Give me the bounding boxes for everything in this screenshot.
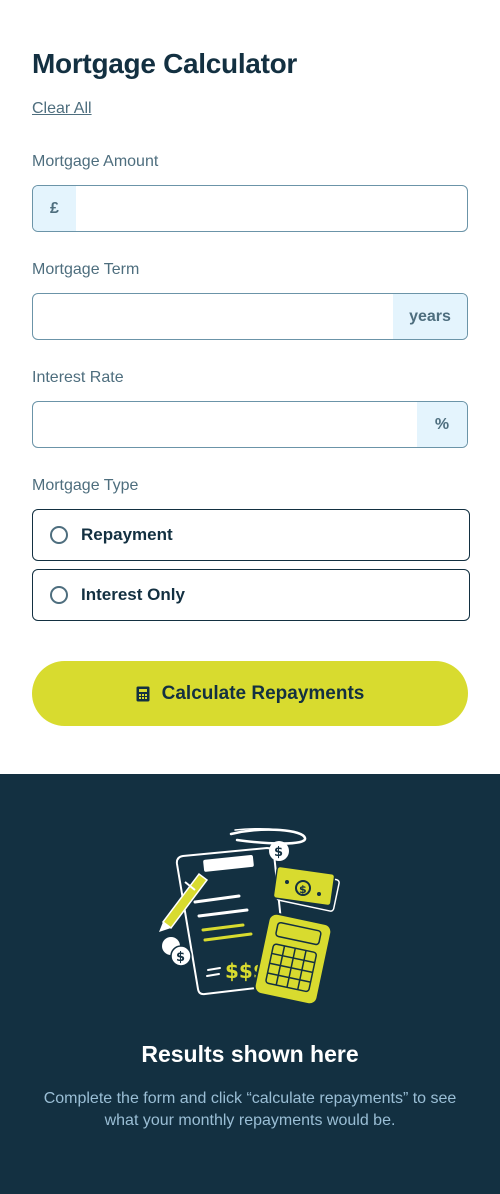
interest-rate-label: Interest Rate — [32, 369, 124, 386]
mortgage-term-label: Mortgage Term — [32, 261, 140, 278]
mortgage-amount-input[interactable] — [76, 186, 467, 231]
currency-prefix: £ — [33, 186, 76, 231]
percent-suffix: % — [417, 402, 467, 447]
radio-circle-icon[interactable] — [50, 586, 68, 604]
svg-text:$: $ — [299, 883, 307, 896]
mortgage-type-label: Mortgage Type — [32, 477, 139, 494]
page-title: Mortgage Calculator — [32, 48, 298, 79]
svg-text:$: $ — [176, 950, 185, 965]
mortgage-form: Mortgage Calculator Clear All Mortgage A… — [0, 0, 500, 774]
results-title: Results shown here — [141, 1041, 359, 1067]
radio-interest-only-label: Interest Only — [81, 585, 185, 604]
svg-text:$: $ — [274, 845, 283, 860]
years-suffix: years — [393, 294, 467, 339]
radio-circle-icon[interactable] — [50, 526, 68, 544]
calculate-repayments-button[interactable]: Calculate Repayments — [32, 661, 468, 726]
mortgage-term-input[interactable] — [33, 294, 393, 339]
radio-repayment[interactable]: Repayment — [32, 509, 470, 561]
empty-results-illustration: $$$ $ $ $ — [159, 827, 340, 1006]
mortgage-term-field[interactable]: years — [32, 293, 468, 340]
radio-repayment-label: Repayment — [81, 525, 173, 544]
results-description: Complete the form and click “calculate r… — [43, 1090, 457, 1129]
interest-rate-input[interactable] — [33, 402, 417, 447]
mortgage-amount-field[interactable]: £ — [32, 185, 468, 232]
calculator-icon — [136, 686, 150, 702]
radio-interest-only[interactable]: Interest Only — [32, 569, 470, 621]
results-panel: $$$ $ $ $ Results shown here Complete th… — [0, 774, 500, 1194]
calculate-repayments-label: Calculate Repayments — [161, 682, 365, 704]
clear-all-link[interactable]: Clear All — [32, 100, 92, 118]
interest-rate-field[interactable]: % — [32, 401, 468, 448]
mortgage-amount-label: Mortgage Amount — [32, 153, 159, 170]
